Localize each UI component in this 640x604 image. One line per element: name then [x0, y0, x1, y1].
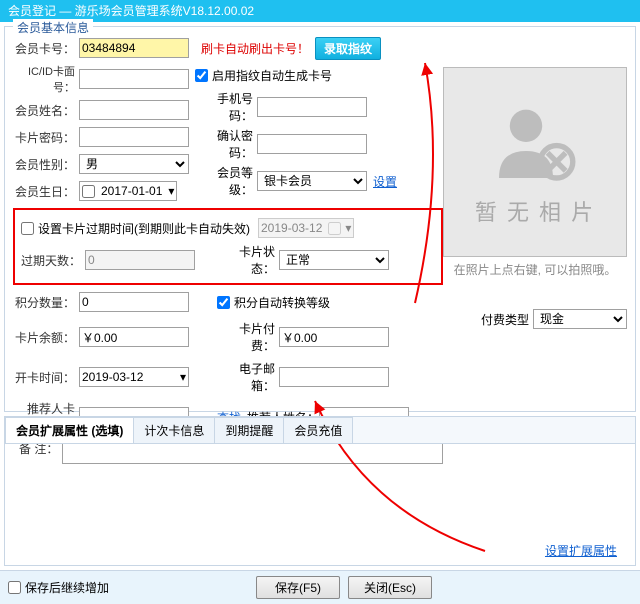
- email-input[interactable]: [279, 367, 389, 387]
- label-balance: 卡片余额：: [13, 329, 79, 346]
- keep-add-label: 保存后继续增加: [25, 579, 109, 596]
- grade-select[interactable]: 银卡会员: [257, 171, 367, 191]
- label-card-state: 卡片状态：: [217, 243, 279, 277]
- window-titlebar: 会员登记 — 游乐场会员管理系统V18.12.00.02: [0, 0, 640, 22]
- window-title: 会员登记 — 游乐场会员管理系统V18.12.00.02: [8, 4, 254, 18]
- tabs-container: 会员扩展属性 (选填) 计次卡信息 到期提醒 会员充值 设置扩展属性: [4, 416, 636, 566]
- label-email: 电子邮箱：: [217, 360, 279, 394]
- label-expire-days: 过期天数：: [19, 252, 85, 269]
- expire-set-label: 设置卡片过期时间(到期则此卡自动失效): [38, 220, 250, 237]
- no-photo-icon: [490, 97, 580, 187]
- expire-enable-checkbox[interactable]: [21, 222, 34, 235]
- dropdown-icon: ▾: [345, 221, 351, 235]
- member-name-input[interactable]: [79, 100, 189, 120]
- grade-setting-link[interactable]: 设置: [373, 173, 397, 190]
- dropdown-icon[interactable]: ▾: [168, 184, 174, 198]
- photo-panel: 暂 无 相 片 在照片上点右键, 可以拍照哦。: [443, 31, 627, 278]
- label-card-fee: 卡片付费：: [217, 320, 279, 354]
- card-state-select[interactable]: 正常: [279, 250, 389, 270]
- tab-expire-remind[interactable]: 到期提醒: [214, 417, 284, 443]
- card-no-input[interactable]: [79, 38, 189, 58]
- label-member-name: 会员姓名：: [13, 102, 79, 119]
- card-fee-input[interactable]: [279, 327, 389, 347]
- auto-upgrade-label: 积分自动转换等级: [234, 294, 330, 311]
- auto-upgrade-checkbox[interactable]: [217, 296, 230, 309]
- expire-section: 设置卡片过期时间(到期则此卡自动失效) 2019-03-12 ▾ 过期天数： 卡…: [13, 208, 443, 285]
- fingerprint-button[interactable]: 录取指纹: [315, 37, 381, 60]
- photo-none-text: 暂 无 相 片: [475, 195, 595, 227]
- label-gender: 会员性别：: [13, 156, 79, 173]
- auto-gen-checkbox[interactable]: [195, 69, 208, 82]
- label-ic-card: IC/ID卡面号：: [13, 63, 79, 95]
- ic-card-input[interactable]: [79, 69, 189, 89]
- label-open-time: 开卡时间：: [13, 369, 79, 386]
- close-button[interactable]: 关闭(Esc): [348, 576, 432, 599]
- label-birthday: 会员生日：: [13, 183, 79, 200]
- member-basic-group: 会员基本信息 会员卡号： IC/ID卡面号： 会员姓名： 卡片密码：: [4, 26, 636, 412]
- auto-gen-label: 启用指纹自动生成卡号: [212, 67, 332, 84]
- save-button[interactable]: 保存(F5): [256, 576, 340, 599]
- keep-add-checkbox[interactable]: [8, 581, 21, 594]
- photo-tip: 在照片上点右键, 可以拍照哦。: [443, 261, 627, 278]
- open-time-value: 2019-03-12: [82, 370, 180, 384]
- label-points: 积分数量：: [13, 294, 79, 311]
- confirm-pwd-input[interactable]: [257, 134, 367, 154]
- expire-date-checkbox: [328, 222, 341, 235]
- photo-box[interactable]: 暂 无 相 片: [443, 67, 627, 257]
- tab-ext-attrs[interactable]: 会员扩展属性 (选填): [5, 417, 134, 443]
- expire-days-input: [85, 250, 195, 270]
- phone-input[interactable]: [257, 97, 367, 117]
- tab-card-info[interactable]: 计次卡信息: [133, 417, 215, 443]
- card-pwd-input[interactable]: [79, 127, 189, 147]
- label-pay-type: 付费类型: [481, 311, 529, 328]
- label-card-pwd: 卡片密码：: [13, 129, 79, 146]
- dropdown-icon[interactable]: ▾: [180, 370, 186, 384]
- swipe-note: 刷卡自动刷出卡号！: [201, 40, 309, 57]
- label-confirm-pwd: 确认密码：: [195, 127, 257, 161]
- tab-recharge[interactable]: 会员充值: [283, 417, 353, 443]
- birthday-checkbox[interactable]: [82, 185, 95, 198]
- balance-input[interactable]: [79, 327, 189, 347]
- expire-date-value: 2019-03-12: [261, 221, 322, 235]
- group-title: 会员基本信息: [13, 19, 93, 36]
- gender-select[interactable]: 男: [79, 154, 189, 174]
- pay-type-select[interactable]: 现金: [533, 309, 627, 329]
- points-input[interactable]: [79, 292, 189, 312]
- label-grade: 会员等级：: [195, 164, 257, 198]
- birthday-value: 2017-01-01: [101, 184, 162, 198]
- bottom-bar: 保存后继续增加 保存(F5) 关闭(Esc): [0, 570, 640, 604]
- label-phone: 手机号码：: [195, 90, 257, 124]
- label-card-no: 会员卡号：: [13, 40, 79, 57]
- ext-setting-link[interactable]: 设置扩展属性: [545, 542, 617, 559]
